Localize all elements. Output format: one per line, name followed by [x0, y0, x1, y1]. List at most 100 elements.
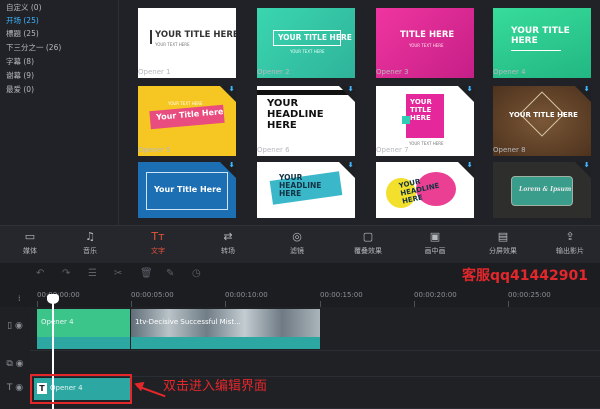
category-lower-third[interactable]: 下三分之一 (26) [6, 42, 61, 54]
tile-title-text: YOUR HEADLINE HERE [279, 173, 322, 198]
tick-label: 00:00:25:00 [508, 291, 551, 299]
toolbar-split-screen[interactable]: ▤ 分屏效果 [473, 229, 533, 261]
tick-label: 00:00:15:00 [320, 291, 363, 299]
video-track-icon: ▯ [7, 321, 13, 331]
overlay-icon: ▢ [362, 230, 374, 243]
template-tile-10[interactable]: YOUR HEADLINE HERE ⬇ [257, 162, 355, 218]
tile-title-text: YOUR HEADLINE HERE [267, 98, 324, 131]
annotation-text: 双击进入编辑界面 [163, 379, 268, 394]
download-icon[interactable]: ⬇ [347, 162, 354, 169]
toolbar-music[interactable]: ♫ 音乐 [60, 229, 120, 261]
download-icon[interactable]: ⬇ [583, 162, 590, 169]
template-label: Opener 2 [257, 68, 290, 76]
clip-label: Opener 4 [41, 318, 74, 326]
tick-label: 00:00:20:00 [414, 291, 457, 299]
category-favorites[interactable]: 最爱 (0) [6, 84, 34, 96]
tile-title-text: YOUR TITLE HERE [410, 98, 432, 122]
template-tile-9[interactable]: Your Title Here ⬇ [138, 162, 236, 218]
toolbar-text[interactable]: Tт 文字 [128, 229, 188, 261]
toolbar-label: 覆叠效果 [354, 247, 382, 255]
toolbar-label: 文字 [151, 247, 165, 255]
clip-audio-strip [131, 337, 320, 349]
music-icon: ♫ [85, 230, 95, 243]
toolbar-label: 分屏效果 [489, 247, 517, 255]
clip-audio-strip [37, 337, 130, 349]
undo-icon[interactable]: ↶ [36, 268, 44, 279]
text-track-icon: T [6, 383, 13, 393]
toolbar-filters[interactable]: ◎ 滤镜 [267, 229, 327, 261]
track-header-video-1: ▯ ◉ [0, 321, 30, 331]
eye-icon[interactable]: ◉ [16, 359, 24, 369]
download-icon[interactable]: ⬇ [228, 162, 235, 169]
toolbar-transitions[interactable]: ⇄ 转场 [198, 229, 258, 261]
toolbar-media[interactable]: ▭ 媒体 [0, 229, 60, 261]
category-custom[interactable]: 自定义 (0) [6, 2, 42, 14]
download-icon[interactable]: ⬇ [228, 86, 235, 93]
template-tile-11[interactable]: YOUR HEADLINE HERE ⬇ [376, 162, 474, 218]
track-header-pip: ⧉ ◉ [0, 359, 30, 369]
filter-icon: ◎ [292, 230, 302, 243]
template-label: Opener 7 [376, 146, 409, 154]
download-icon[interactable]: ⬇ [466, 162, 473, 169]
edit-icon[interactable]: ✎ [166, 268, 174, 279]
title-template-grid: YOUR TITLE HERE YOUR TEXT HERE Opener 1 … [119, 0, 600, 225]
cut-icon[interactable]: ✂ [114, 268, 122, 279]
tile-title-text: YOUR TITLE HERE [155, 30, 236, 40]
toolbar-label: 音乐 [83, 247, 97, 255]
split-screen-icon: ▤ [497, 230, 509, 243]
adjust-icon[interactable]: ☰ [88, 268, 97, 279]
download-icon[interactable]: ⬇ [466, 86, 473, 93]
download-icon[interactable]: ⬇ [583, 86, 590, 93]
duration-icon[interactable]: ◷ [192, 268, 201, 279]
toolbar-label: 输出影片 [556, 247, 584, 255]
snap-icon[interactable]: ⁞ [18, 294, 21, 303]
playhead-handle[interactable] [47, 294, 59, 304]
toolbar-label: 媒体 [23, 247, 37, 255]
track-header-text: T ◉ [0, 383, 30, 393]
tile-title-text: Your Title Here [154, 185, 222, 194]
tile-title-text: YOUR TITLE HERE [509, 111, 578, 119]
tile-subtitle-text: YOUR TEXT HERE [409, 43, 444, 48]
annotation-highlight-box [30, 374, 132, 404]
template-tile-12[interactable]: Lorem & Ipsum ⬇ [493, 162, 591, 218]
redo-icon[interactable]: ↷ [62, 268, 70, 279]
eye-icon[interactable]: ◉ [15, 383, 23, 393]
tile-title-text: YOUR TITLE HERE [511, 26, 570, 46]
library-panel: 自定义 (0) 开场 (25) 標題 (25) 下三分之一 (26) 字幕 (8… [0, 0, 600, 225]
download-icon[interactable]: ⬇ [347, 86, 354, 93]
category-subtitle[interactable]: 字幕 (8) [6, 56, 34, 68]
tick-label: 00:00:05:00 [131, 291, 174, 299]
toolbar-pip[interactable]: ▣ 画中画 [405, 229, 465, 261]
template-label: Opener 8 [493, 146, 526, 154]
video-clip-opener[interactable]: Opener 4 [37, 309, 130, 349]
main-toolbar: ▭ 媒体 ♫ 音乐 Tт 文字 ⇄ 转场 ◎ 滤镜 ▢ 覆叠效果 ▣ 画中画 ▤… [0, 225, 600, 263]
tile-subtitle-text: YOUR TEXT HERE [409, 141, 444, 146]
template-label: Opener 4 [493, 68, 526, 76]
category-sidebar: 自定义 (0) 开场 (25) 標題 (25) 下三分之一 (26) 字幕 (8… [0, 0, 118, 225]
video-clip-footage[interactable]: 1tv-Decisive Successful Mist... [131, 309, 320, 349]
pip-track-icon: ⧉ [6, 359, 13, 369]
title-cursor-bar [150, 30, 152, 44]
toolbar-overlays[interactable]: ▢ 覆叠效果 [338, 229, 398, 261]
tile-title-text: YOUR TITLE HERE [278, 33, 352, 42]
text-icon: Tт [151, 230, 165, 243]
template-label: Opener 5 [138, 146, 171, 154]
tile-subtitle-text: YOUR TEXT HERE [168, 101, 203, 106]
template-label: Opener 3 [376, 68, 409, 76]
tile-title-text: TITLE HERE [400, 30, 455, 40]
delete-icon[interactable]: 🗑 [140, 268, 153, 279]
timeline-ruler[interactable]: 00:00:00:00 00:00:05:00 00:00:10:00 00:0… [30, 287, 600, 307]
eye-icon[interactable]: ◉ [15, 321, 23, 331]
toolbar-export[interactable]: ⇪ 输出影片 [540, 229, 600, 261]
clip-label: 1tv-Decisive Successful Mist... [135, 318, 241, 326]
transition-icon: ⇄ [223, 230, 233, 243]
tile-subtitle-text: YOUR TEXT HERE [155, 42, 190, 47]
category-opener[interactable]: 开场 (25) [6, 15, 39, 27]
title-underline [511, 50, 561, 51]
tile-subtitle-text: YOUR TEXT HERE [290, 49, 325, 54]
category-credits[interactable]: 谢幕 (9) [6, 70, 34, 82]
toolbar-label: 画中画 [424, 247, 446, 255]
watermark-text: 客服qq41442901 [462, 268, 588, 284]
category-title[interactable]: 標題 (25) [6, 28, 39, 40]
picture-in-picture-icon: ▣ [429, 230, 441, 243]
